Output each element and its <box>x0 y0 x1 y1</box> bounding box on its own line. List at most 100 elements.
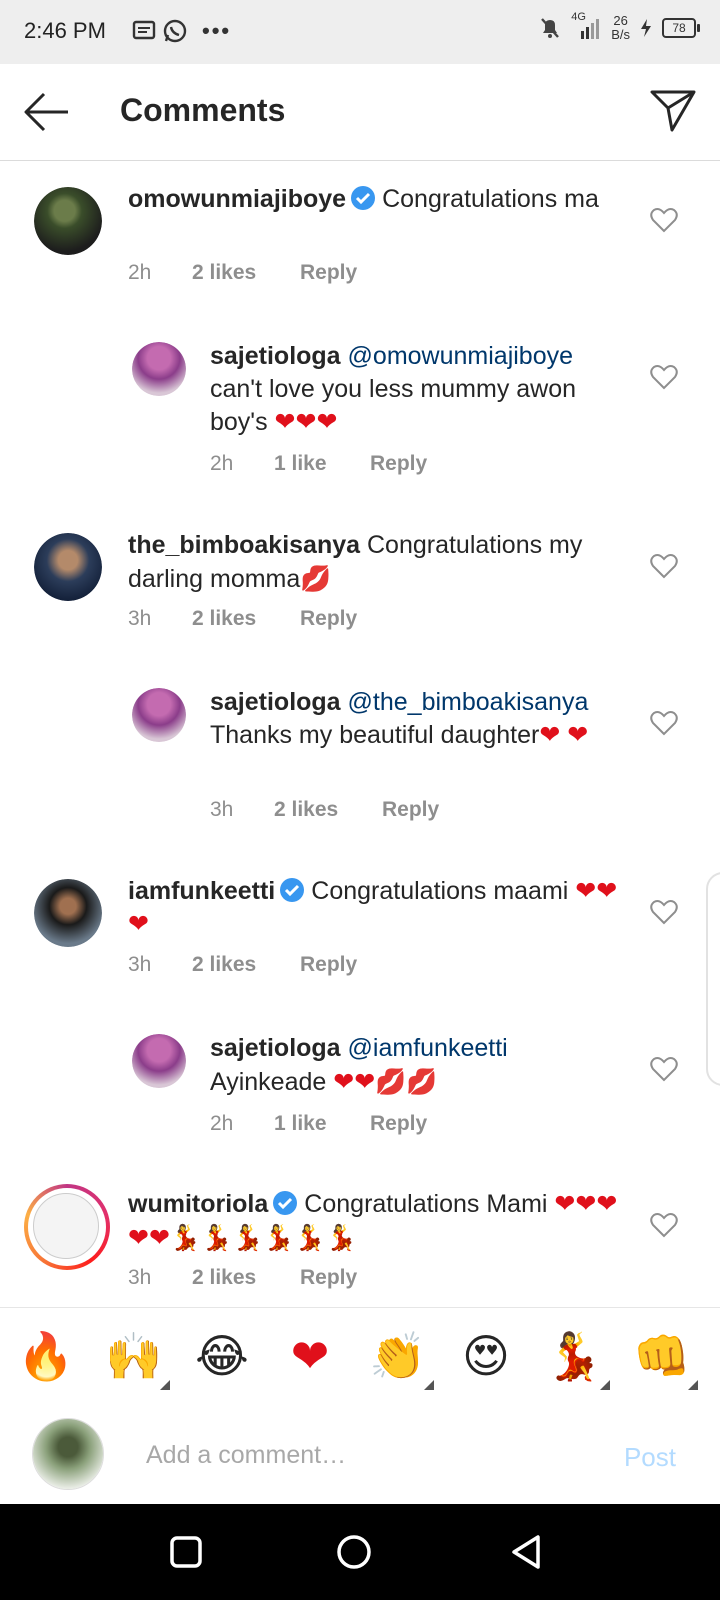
charging-icon <box>641 19 651 37</box>
comment-meta: 3h 2 likes Reply <box>210 798 439 822</box>
comment-time: 3h <box>128 607 152 630</box>
raising-hands-emoji-button[interactable]: 🙌 <box>104 1328 164 1384</box>
comment-text: sajetiologa @the_bimboakisanya Thanks my… <box>210 686 620 752</box>
back-arrow-icon[interactable] <box>20 88 72 136</box>
like-heart-icon[interactable] <box>650 899 678 925</box>
comment-username[interactable]: sajetiologa <box>210 342 341 370</box>
comment-username[interactable]: iamfunkeetti <box>128 877 275 905</box>
network-speed: 26 B/s <box>611 14 630 42</box>
comment-body: Thanks my beautiful daughter <box>210 721 540 749</box>
reply-button[interactable]: Reply <box>370 1112 427 1136</box>
page-title: Comments <box>120 92 286 128</box>
comment-likes[interactable]: 1 like <box>274 1112 370 1136</box>
kiss-emoji: 💋 <box>300 564 332 593</box>
whatsapp-icon <box>163 19 187 43</box>
avatar[interactable] <box>34 187 102 255</box>
like-heart-icon[interactable] <box>650 1212 678 1238</box>
comment-likes[interactable]: 2 likes <box>192 607 300 631</box>
notification-icons: ••• <box>132 18 231 44</box>
comment-username[interactable]: sajetiologa <box>210 688 341 716</box>
fist-emoji-button[interactable]: 👊 <box>632 1328 692 1384</box>
dancer-emoji-button[interactable]: 💃 <box>544 1328 604 1384</box>
back-nav-icon[interactable] <box>506 1532 546 1572</box>
avatar[interactable] <box>34 533 102 601</box>
avatar[interactable] <box>34 879 102 947</box>
reply-button[interactable]: Reply <box>382 798 439 822</box>
heart-emojis: ❤❤❤ <box>274 408 338 436</box>
reply-button[interactable]: Reply <box>300 607 357 631</box>
mute-bell-icon <box>541 18 560 38</box>
comment-username[interactable]: omowunmiajiboye <box>128 185 346 213</box>
comment-mention[interactable]: @omowunmiajiboye <box>348 342 573 370</box>
battery-icon: 78 <box>662 18 700 38</box>
like-heart-icon[interactable] <box>650 1056 678 1082</box>
story-ring-avatar[interactable] <box>24 1184 110 1270</box>
signal-icon: 4G <box>571 11 601 41</box>
comment-likes[interactable]: 2 likes <box>192 261 300 285</box>
comment-username[interactable]: the_bimboakisanya <box>128 531 360 559</box>
kiss-emojis: 💋💋 <box>375 1067 438 1096</box>
comment-time: 3h <box>128 1266 152 1289</box>
comment-likes[interactable]: 2 likes <box>274 798 382 822</box>
reply-button[interactable]: Reply <box>300 261 357 285</box>
tears-of-joy-emoji-button[interactable]: 😂 <box>192 1328 252 1384</box>
skin-tone-indicator-icon <box>160 1380 170 1390</box>
reply-button[interactable]: Reply <box>370 452 427 476</box>
comment-likes[interactable]: 2 likes <box>192 1266 300 1290</box>
comment-meta: 2h 1 like Reply <box>210 452 427 476</box>
heart-eyes-emoji-button[interactable]: 😍 <box>456 1328 516 1384</box>
comment-mention[interactable]: @iamfunkeetti <box>348 1034 508 1062</box>
comment-mention[interactable]: @the_bimboakisanya <box>348 688 589 716</box>
avatar[interactable] <box>132 1034 186 1088</box>
comment-time: 2h <box>210 452 234 475</box>
avatar[interactable] <box>132 342 186 396</box>
comments-header: Comments <box>0 64 720 161</box>
heart-emoji-button[interactable]: ❤ <box>280 1328 340 1384</box>
comment-likes[interactable]: 2 likes <box>192 953 300 977</box>
comment-time: 2h <box>128 261 152 284</box>
reply-button[interactable]: Reply <box>300 1266 357 1290</box>
comment-likes[interactable]: 1 like <box>274 452 370 476</box>
comment-text: wumitoriola Congratulations Mami ❤❤❤❤❤💃💃💃… <box>128 1188 618 1255</box>
comment-text: sajetiologa @iamfunkeetti Ayinkeade ❤❤💋💋 <box>210 1032 620 1099</box>
post-button[interactable]: Post <box>624 1442 676 1473</box>
comment-body: can't love you less mummy awon boy's <box>210 375 577 436</box>
comment-body: Congratulations maami <box>311 877 569 905</box>
like-heart-icon[interactable] <box>650 553 678 579</box>
my-avatar <box>32 1418 104 1490</box>
comment-time: 3h <box>210 798 234 821</box>
avatar[interactable] <box>132 688 186 742</box>
comment-body: Congratulations Mami <box>304 1190 548 1218</box>
comment-meta: 3h 2 likes Reply <box>128 953 357 977</box>
system-status: 4G 26 B/s 78 <box>539 11 700 42</box>
send-icon[interactable] <box>648 86 698 136</box>
comment-meta: 2h 2 likes Reply <box>128 261 357 285</box>
comment-meta: 3h 2 likes Reply <box>128 1266 357 1290</box>
clapping-emoji-button[interactable]: 👏 <box>368 1328 428 1384</box>
verified-badge-icon <box>280 878 305 902</box>
speed-value: 26 <box>613 13 628 28</box>
message-icon <box>132 20 156 40</box>
comment-meta: 2h 1 like Reply <box>210 1112 427 1136</box>
fire-emoji-button[interactable]: 🔥 <box>16 1328 76 1384</box>
like-heart-icon[interactable] <box>650 364 678 390</box>
comment-input-bar: Post <box>0 1404 720 1504</box>
recent-apps-icon[interactable] <box>166 1532 206 1572</box>
heart-emojis: ❤❤ <box>333 1068 376 1096</box>
emoji-quick-bar: 🔥 🙌 😂 ❤ 👏 😍 💃 👊 <box>0 1307 720 1405</box>
home-icon[interactable] <box>334 1532 374 1572</box>
comment-text: omowunmiajiboye Congratulations ma <box>128 183 618 216</box>
comment-username[interactable]: wumitoriola <box>128 1190 268 1218</box>
like-heart-icon[interactable] <box>650 710 678 736</box>
add-comment-input[interactable] <box>144 1432 608 1478</box>
verified-badge-icon <box>273 1191 298 1215</box>
side-scroll-tab[interactable] <box>706 872 720 1086</box>
dancer-emojis: 💃💃💃💃💃💃 <box>169 1223 357 1252</box>
comment-meta: 3h 2 likes Reply <box>128 607 357 631</box>
like-heart-icon[interactable] <box>650 207 678 233</box>
reply-button[interactable]: Reply <box>300 953 357 977</box>
comment-username[interactable]: sajetiologa <box>210 1034 341 1062</box>
system-nav-bar <box>0 1504 720 1600</box>
comments-list[interactable]: omowunmiajiboye Congratulations ma 2h 2 l… <box>0 161 720 1307</box>
comment-time: 3h <box>128 953 152 976</box>
